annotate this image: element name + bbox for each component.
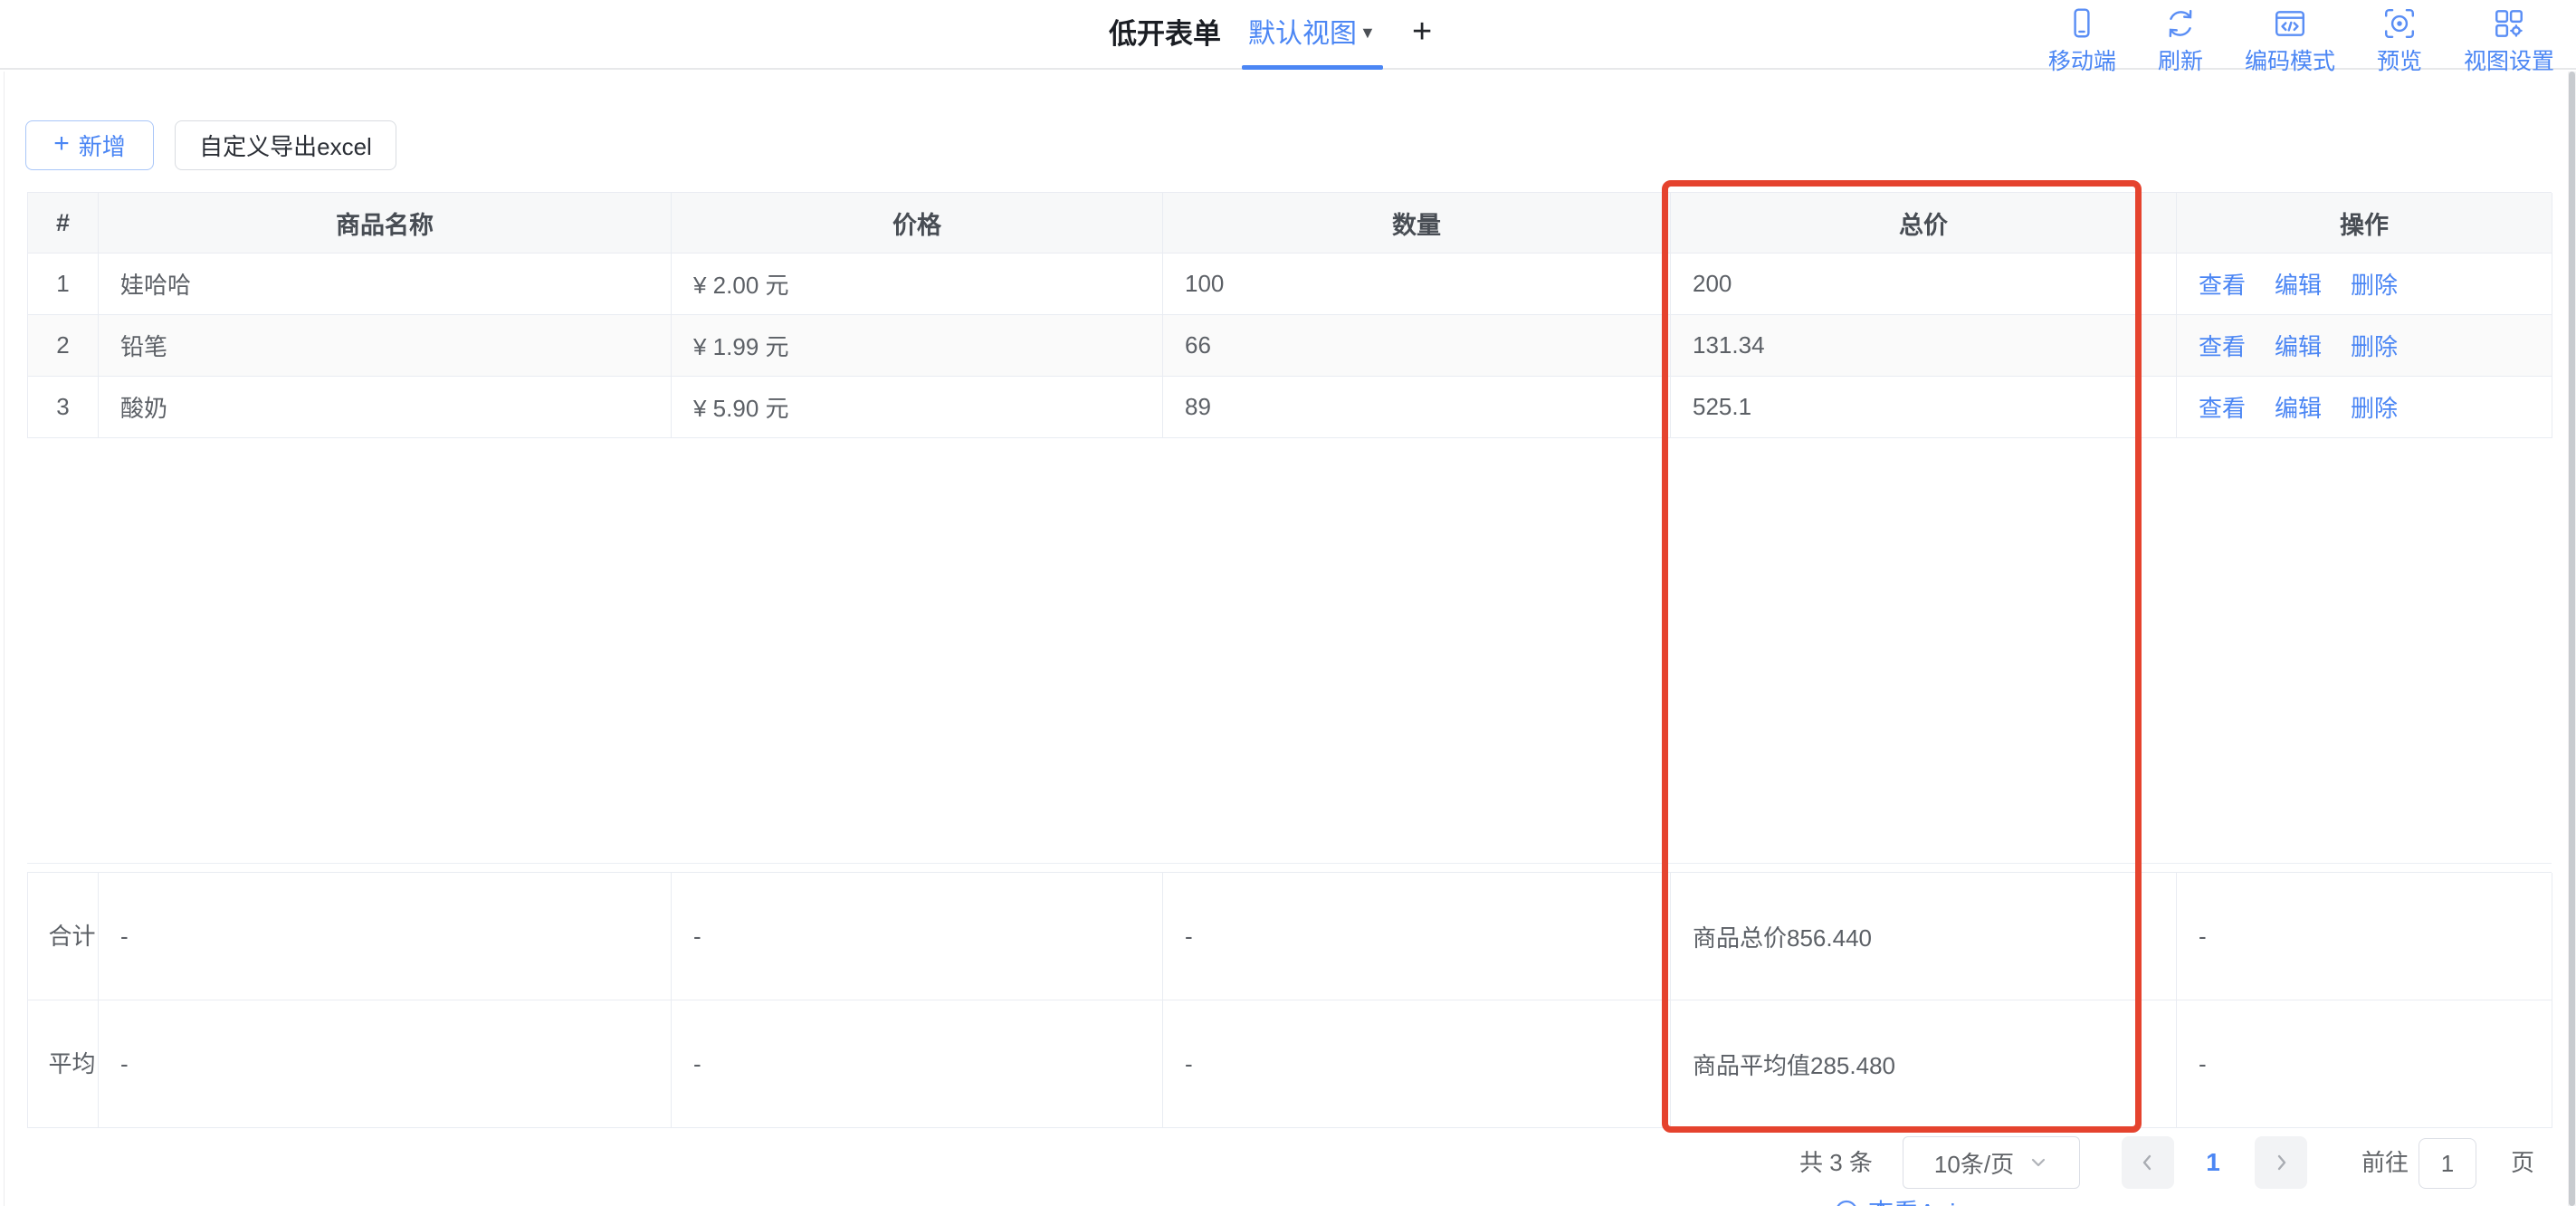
table-header: # 商品名称 价格 数量 总价 操作 bbox=[27, 192, 2552, 254]
cell-index: 2 bbox=[28, 315, 99, 377]
goto-label: 前往 bbox=[2361, 1136, 2409, 1189]
table-row: 2 铅笔 ¥ 1.99 元 66 131.34 查看 编辑 删除 bbox=[28, 315, 2552, 377]
table-row: 1 娃哈哈 ¥ 2.00 元 100 200 查看 编辑 删除 bbox=[28, 254, 2552, 315]
toolbar-action-view-settings[interactable]: 视图设置 bbox=[2464, 6, 2554, 76]
view-link[interactable]: 查看 bbox=[2199, 329, 2246, 362]
summary-average-value: 商品平均值285.480 bbox=[1671, 1000, 2177, 1128]
summary-ops: - bbox=[2177, 1000, 2552, 1128]
cell-qty: 100 bbox=[1163, 254, 1671, 315]
summary-price: - bbox=[672, 873, 1163, 1000]
summary-name: - bbox=[99, 1000, 672, 1128]
table-summary: 合计 - - - 商品总价856.440 - 平均 - - - 商品平均值285… bbox=[27, 872, 2552, 1128]
scrollbar[interactable] bbox=[2568, 72, 2576, 1206]
add-record-button[interactable]: + 新增 bbox=[25, 120, 154, 170]
header-cell-name: 商品名称 bbox=[99, 193, 672, 254]
page-size-select[interactable]: 10条/页 bbox=[1903, 1136, 2080, 1189]
chevron-down-icon[interactable]: ▼ bbox=[1360, 0, 1376, 68]
cell-actions: 查看 编辑 删除 bbox=[2177, 377, 2552, 438]
header-cell-index: # bbox=[28, 193, 99, 254]
add-view-button[interactable]: + bbox=[1412, 0, 1432, 68]
toolbar-action-preview[interactable]: 预览 bbox=[2377, 6, 2422, 76]
cell-price: ¥ 5.90 元 bbox=[672, 377, 1163, 438]
cell-index: 1 bbox=[28, 254, 99, 315]
export-excel-button[interactable]: 自定义导出excel bbox=[175, 120, 396, 170]
top-bar: 低开表单 默认视图 ▼ + 移动端 bbox=[0, 0, 2576, 70]
summary-divider bbox=[27, 863, 2552, 864]
view-api-label: 查看Api bbox=[1868, 1193, 1955, 1206]
scrollbar-thumb[interactable] bbox=[2569, 72, 2575, 1206]
chevron-right-icon bbox=[2270, 1152, 2292, 1173]
header-cell-price: 价格 bbox=[672, 193, 1163, 254]
cell-qty: 89 bbox=[1163, 377, 1671, 438]
cell-total: 131.34 bbox=[1671, 315, 2177, 377]
cell-total: 525.1 bbox=[1671, 377, 2177, 438]
view-link[interactable]: 查看 bbox=[2199, 267, 2246, 301]
header-cell-total: 总价 bbox=[1671, 193, 2177, 254]
code-mode-icon bbox=[2273, 6, 2307, 41]
cell-actions: 查看 编辑 删除 bbox=[2177, 254, 2552, 315]
summary-label: 平均 bbox=[28, 1000, 99, 1128]
api-icon bbox=[1834, 1199, 1859, 1206]
cell-name: 娃哈哈 bbox=[99, 254, 672, 315]
cell-total: 200 bbox=[1671, 254, 2177, 315]
tab-default-view[interactable]: 默认视图 bbox=[1248, 0, 1357, 68]
view-link[interactable]: 查看 bbox=[2199, 390, 2246, 424]
active-tab-underline bbox=[1242, 65, 1383, 70]
cell-index: 3 bbox=[28, 377, 99, 438]
add-record-label: 新增 bbox=[79, 129, 126, 162]
toolbar-action-label: 预览 bbox=[2377, 43, 2422, 76]
topbar-actions: 移动端 刷新 bbox=[2048, 6, 2554, 76]
summary-label: 合计 bbox=[28, 873, 99, 1000]
edit-link[interactable]: 编辑 bbox=[2275, 329, 2322, 362]
delete-link[interactable]: 删除 bbox=[2351, 267, 2398, 301]
cell-actions: 查看 编辑 删除 bbox=[2177, 315, 2552, 377]
delete-link[interactable]: 删除 bbox=[2351, 329, 2398, 362]
summary-name: - bbox=[99, 873, 672, 1000]
refresh-icon bbox=[2163, 6, 2198, 41]
table-row: 3 酸奶 ¥ 5.90 元 89 525.1 查看 编辑 删除 bbox=[28, 377, 2552, 438]
cell-name: 酸奶 bbox=[99, 377, 672, 438]
cell-price: ¥ 2.00 元 bbox=[672, 254, 1163, 315]
edit-link[interactable]: 编辑 bbox=[2275, 390, 2322, 424]
toolbar-action-label: 刷新 bbox=[2158, 43, 2203, 76]
page-input[interactable] bbox=[2419, 1138, 2476, 1189]
toolbar-action-label: 视图设置 bbox=[2464, 43, 2554, 76]
cell-name: 铅笔 bbox=[99, 315, 672, 377]
summary-row-average: 平均 - - - 商品平均值285.480 - bbox=[28, 1000, 2552, 1128]
preview-icon bbox=[2382, 6, 2417, 41]
page-title: 低开表单 bbox=[1109, 0, 1221, 68]
toolbar-action-label: 编码模式 bbox=[2245, 43, 2335, 76]
cell-qty: 66 bbox=[1163, 315, 1671, 377]
summary-row-total: 合计 - - - 商品总价856.440 - bbox=[28, 873, 2552, 1000]
page-unit-label: 页 bbox=[2511, 1136, 2534, 1189]
header-cell-qty: 数量 bbox=[1163, 193, 1671, 254]
edit-link[interactable]: 编辑 bbox=[2275, 267, 2322, 301]
toolbar-action-code-mode[interactable]: 编码模式 bbox=[2245, 6, 2335, 76]
toolbar-action-label: 移动端 bbox=[2048, 43, 2116, 76]
page-size-value: 10条/页 bbox=[1934, 1146, 2014, 1180]
content-left-border bbox=[4, 72, 5, 1206]
summary-qty: - bbox=[1163, 873, 1671, 1000]
mobile-icon bbox=[2065, 6, 2099, 41]
form-builder-screen: 低开表单 默认视图 ▼ + 移动端 bbox=[0, 0, 2576, 1206]
toolbar-action-mobile[interactable]: 移动端 bbox=[2048, 6, 2116, 76]
summary-qty: - bbox=[1163, 1000, 1671, 1128]
delete-link[interactable]: 删除 bbox=[2351, 390, 2398, 424]
table-body: 1 娃哈哈 ¥ 2.00 元 100 200 查看 编辑 删除 2 铅笔 ¥ 1… bbox=[27, 254, 2552, 438]
current-page[interactable]: 1 bbox=[2194, 1136, 2232, 1189]
summary-price: - bbox=[672, 1000, 1163, 1128]
next-page-button[interactable] bbox=[2255, 1136, 2307, 1189]
plus-icon: + bbox=[53, 129, 70, 159]
toolbar-action-refresh[interactable]: 刷新 bbox=[2158, 6, 2203, 76]
total-count-label: 共 3 条 bbox=[1799, 1136, 1873, 1189]
chevron-down-icon bbox=[2028, 1153, 2048, 1172]
chevron-left-icon bbox=[2137, 1152, 2159, 1173]
summary-ops: - bbox=[2177, 873, 2552, 1000]
view-settings-icon bbox=[2492, 6, 2526, 41]
header-cell-actions: 操作 bbox=[2177, 193, 2552, 254]
view-api-link[interactable]: 查看Api bbox=[1834, 1193, 1955, 1206]
prev-page-button[interactable] bbox=[2122, 1136, 2174, 1189]
cell-price: ¥ 1.99 元 bbox=[672, 315, 1163, 377]
summary-total-value: 商品总价856.440 bbox=[1671, 873, 2177, 1000]
